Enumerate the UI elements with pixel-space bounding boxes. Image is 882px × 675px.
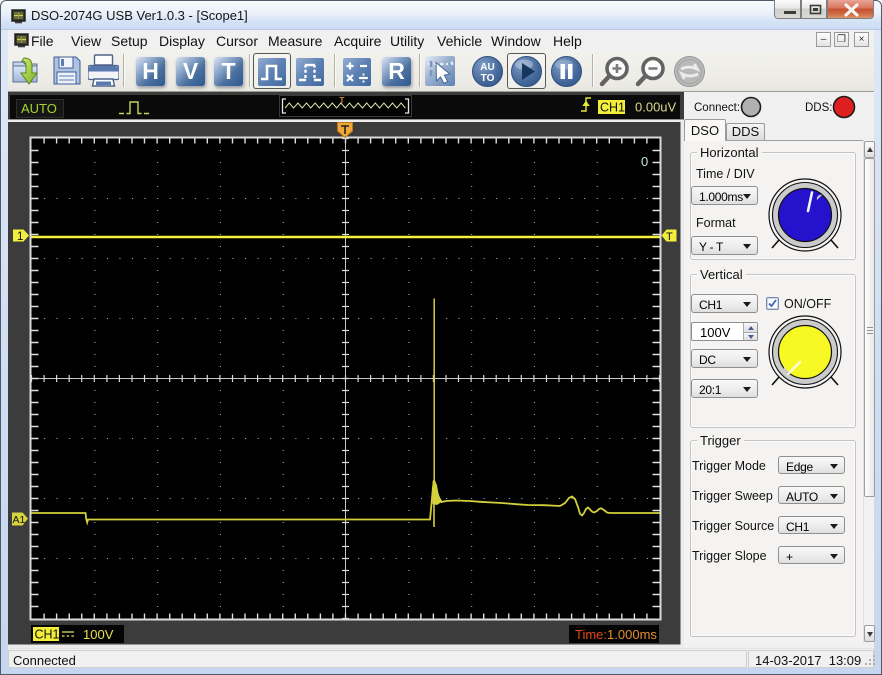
svg-text:TO: TO xyxy=(481,73,495,84)
svg-text:CH1: CH1 xyxy=(35,628,60,642)
svg-text:100V: 100V xyxy=(83,627,114,642)
svg-text:A1: A1 xyxy=(13,514,26,526)
svg-text:0: 0 xyxy=(641,154,648,169)
svg-text:0.00uV: 0.00uV xyxy=(635,100,677,115)
svg-text:T: T xyxy=(666,231,673,243)
svg-text:AU: AU xyxy=(480,62,494,73)
svg-text:Time:1.000ms: Time:1.000ms xyxy=(575,627,657,642)
svg-text:CH1: CH1 xyxy=(600,101,625,115)
svg-text:AUTO: AUTO xyxy=(21,101,57,116)
svg-text:1: 1 xyxy=(17,231,23,243)
svg-text:T: T xyxy=(340,96,345,105)
